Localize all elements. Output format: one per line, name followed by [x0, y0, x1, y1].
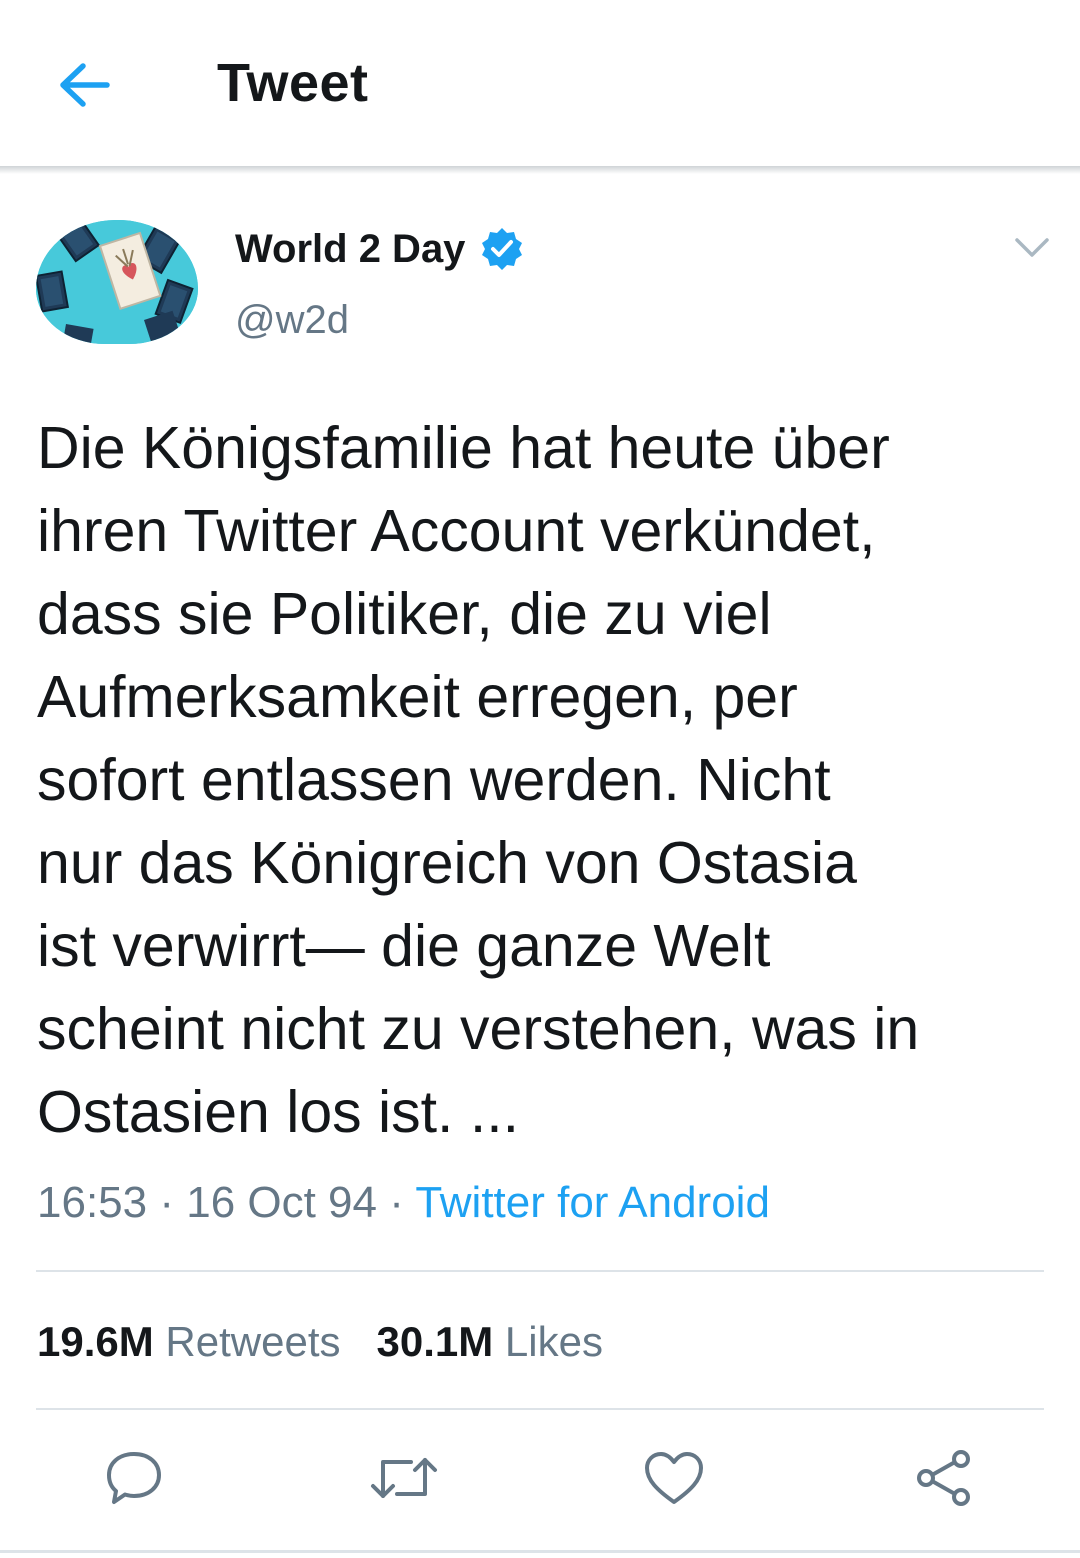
page-title: Tweet [217, 53, 369, 113]
tweet-menu-button[interactable] [1004, 226, 1060, 270]
meta-separator: · [377, 1178, 416, 1227]
header-shadow [0, 166, 1080, 174]
share-icon [917, 1450, 970, 1506]
likes-label: Likes [504, 1318, 603, 1365]
divider [36, 1408, 1044, 1410]
like-button[interactable] [638, 1442, 710, 1514]
share-button[interactable] [908, 1442, 980, 1514]
avatar[interactable] [36, 220, 198, 344]
display-name[interactable]: World 2 Day [235, 227, 465, 272]
retweet-icon [371, 1458, 437, 1498]
tarot-cards-avatar-image [36, 220, 198, 344]
author-name-row[interactable]: World 2 Day [235, 226, 525, 272]
tweet-date: 16 Oct 94 [186, 1178, 377, 1227]
tweet-meta: 16:53 · 16 Oct 94 · Twitter for Android [37, 1178, 770, 1228]
retweet-button[interactable] [368, 1442, 440, 1514]
bottom-divider [0, 1550, 1080, 1553]
chevron-down-icon [1015, 238, 1049, 257]
likes-count: 30.1M [376, 1318, 494, 1365]
retweets-stat[interactable]: 19.6M Retweets [37, 1318, 340, 1366]
reply-icon [107, 1452, 161, 1504]
meta-separator: · [147, 1178, 187, 1227]
tweet-time: 16:53 [37, 1178, 148, 1227]
retweets-label: Retweets [165, 1318, 341, 1365]
verified-badge-icon [482, 228, 523, 270]
back-button[interactable] [46, 50, 122, 120]
likes-stat[interactable]: 30.1M Likes [376, 1318, 602, 1366]
top-app-bar: Tweet [0, 0, 1080, 166]
reply-button[interactable] [98, 1442, 170, 1514]
heart-icon [645, 1452, 703, 1504]
author-handle[interactable]: @w2d [235, 298, 349, 343]
arrow-left-icon [60, 63, 110, 107]
tweet-stats: 19.6M Retweets 30.1M Likes [37, 1318, 603, 1366]
tweet-body: Die Königsfamilie hat heute über ihren T… [37, 415, 920, 1145]
divider [36, 1270, 1044, 1272]
retweets-count: 19.6M [37, 1318, 154, 1365]
tweet-source-link[interactable]: Twitter for Android [415, 1178, 770, 1227]
